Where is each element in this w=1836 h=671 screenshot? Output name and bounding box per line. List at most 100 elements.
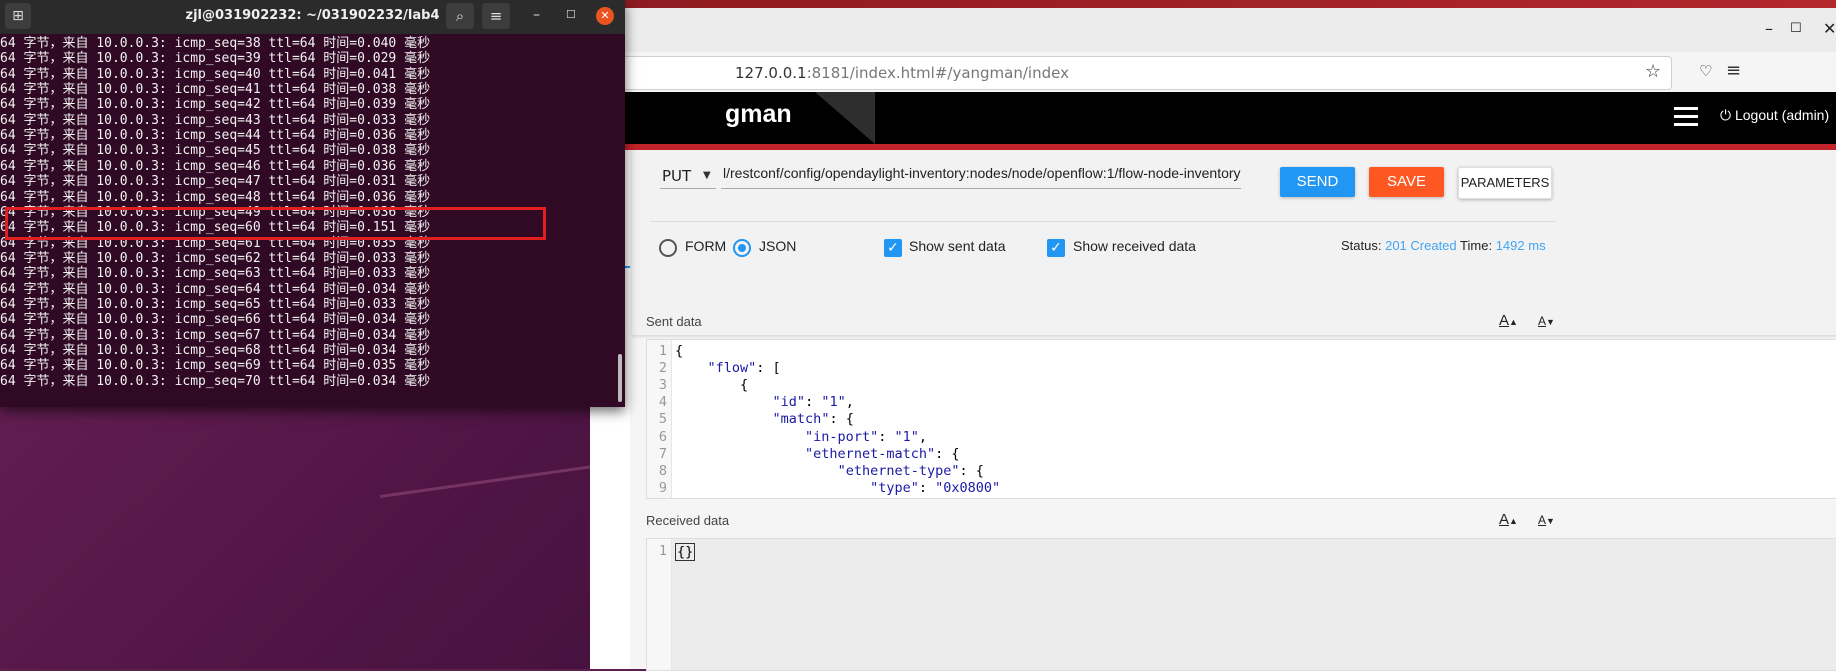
show-sent-checkbox[interactable]: ✓: [884, 239, 902, 257]
terminal-line: 64 字节，来自 10.0.0.3: icmp_seq=68 ttl=64 时间…: [0, 343, 431, 358]
form-radio[interactable]: [659, 239, 677, 257]
terminal-line: 64 字节，来自 10.0.0.3: icmp_seq=43 ttl=64 时间…: [0, 112, 431, 128]
status-label: Status:: [1341, 238, 1382, 253]
sent-data-editor[interactable]: 1 {2 "flow": [ 3 {4 "id": "1", 5 "match": {…: [646, 339, 1836, 499]
terminal-line: 64 字节，来自 10.0.0.3: icmp_seq=48 ttl=64 时间…: [0, 189, 431, 205]
code-line: 1 {}: [647, 543, 1836, 563]
code-text: "match": {: [772, 411, 854, 428]
terminal-line: 64 字节，来自 10.0.0.3: icmp_seq=66 ttl=64 时间…: [0, 312, 431, 328]
line-number: 8: [658, 462, 667, 479]
parameters-button[interactable]: PARAMETERS: [1458, 167, 1552, 199]
terminal-titlebar: ⊞ zjl@031902232: ~/031902232/lab4 ⌕ ≡ – …: [0, 0, 625, 34]
decrease-font-icon[interactable]: A▼: [1538, 314, 1555, 328]
terminal-line: 64 字节，来自 10.0.0.3: icmp_seq=40 ttl=64 时间…: [0, 66, 431, 82]
terminal-line: 64 字节，来自 10.0.0.3: icmp_seq=44 ttl=64 时间…: [0, 128, 431, 144]
increase-font-icon-received[interactable]: A▲: [1499, 511, 1518, 528]
show-sent-label: Show sent data: [909, 238, 1006, 254]
logout-button[interactable]: ⏻ Logout (admin): [1720, 107, 1829, 124]
power-icon: ⏻: [1720, 107, 1735, 123]
received-data-editor[interactable]: 1 {}: [646, 538, 1836, 671]
terminal-line: 64 字节，来自 10.0.0.3: icmp_seq=41 ttl=64 时间…: [0, 82, 431, 98]
line-number: 6: [658, 428, 667, 445]
terminal-title: zjl@031902232: ~/031902232/lab4: [185, 8, 440, 23]
method-select[interactable]: PUT: [662, 167, 722, 185]
sent-data-label: Sent data: [646, 314, 702, 329]
line-number: 1: [658, 543, 667, 559]
chevron-down-icon[interactable]: ▼: [703, 170, 711, 181]
form-radio-label: FORM: [685, 238, 727, 254]
hamburger-menu-icon[interactable]: [1674, 107, 1698, 127]
code-text: "ethernet-type": {: [837, 462, 984, 479]
app-brand: gman: [725, 100, 792, 128]
url-path: :8181/index.html#/yangman/index: [806, 64, 1069, 82]
terminal-line: 64 字节，来自 10.0.0.3: icmp_seq=70 ttl=64 时间…: [0, 373, 431, 389]
terminal-line: 64 字节，来自 10.0.0.3: icmp_seq=47 ttl=64 时间…: [0, 174, 431, 190]
show-received-label: Show received data: [1073, 238, 1196, 254]
maximize-icon[interactable]: ☐: [1790, 21, 1802, 36]
code-text: "id": "1",: [772, 394, 854, 411]
maximize-icon-terminal[interactable]: ☐: [566, 8, 576, 21]
time-label: Time:: [1460, 238, 1493, 253]
url-host: 127.0.0.1: [735, 64, 807, 82]
time-value: 1492 ms: [1495, 238, 1546, 253]
browser-tab-strip: [590, 0, 1836, 8]
save-button[interactable]: SAVE: [1369, 167, 1444, 197]
line-number: 1: [658, 343, 667, 359]
browser-titlebar: – ☐ ✕: [590, 0, 1836, 52]
send-button[interactable]: SEND: [1280, 167, 1355, 197]
status-value: 201 Created: [1385, 238, 1457, 253]
pocket-icon[interactable]: ♡: [1699, 62, 1712, 80]
request-path-input[interactable]: l/restconf/config/opendaylight-inventory…: [723, 165, 1241, 181]
terminal-line: 64 字节，来自 10.0.0.3: icmp_seq=63 ttl=64 时间…: [0, 266, 431, 282]
terminal-line: 64 字节，来自 10.0.0.3: icmp_seq=46 ttl=64 时间…: [0, 158, 431, 174]
url-bar[interactable]: 127.0.0.1:8181/index.html#/yangman/index…: [590, 56, 1672, 90]
received-data-label: Received data: [646, 513, 730, 528]
logout-label: Logout (admin): [1734, 107, 1830, 123]
line-number: 5: [658, 411, 667, 428]
terminal-scrollbar[interactable]: [618, 354, 622, 402]
terminal-line: 64 字节，来自 10.0.0.3: icmp_seq=69 ttl=64 时间…: [0, 358, 431, 374]
line-number: 2: [658, 360, 667, 377]
decrease-font-icon-received[interactable]: A▼: [1538, 513, 1555, 527]
terminal-line: 64 字节，来自 10.0.0.3: icmp_seq=62 ttl=64 时间…: [0, 250, 431, 266]
minimize-icon[interactable]: –: [1765, 19, 1773, 38]
menu-icon[interactable]: ≡: [482, 3, 510, 29]
line-number: 7: [658, 445, 667, 462]
terminal-line: 64 字节，来自 10.0.0.3: icmp_seq=42 ttl=64 时间…: [0, 97, 431, 113]
line-number: 4: [658, 394, 667, 411]
method-underline: [660, 188, 716, 189]
terminal-output[interactable]: 64 字节，来自 10.0.0.3: icmp_seq=38 ttl=64 时间…: [0, 34, 625, 407]
code-line: 9 "type": "0x0800": [647, 479, 1836, 498]
status-readout: Status: 201 Created Time: 1492 ms: [1341, 238, 1546, 253]
code-text: "in-port": "1",: [805, 428, 927, 445]
app-header: gman: [590, 92, 1836, 144]
browser-toolbar: 127.0.0.1:8181/index.html#/yangman/index…: [590, 52, 1836, 93]
show-received-checkbox[interactable]: ✓: [1047, 239, 1065, 257]
increase-font-icon[interactable]: A▲: [1499, 312, 1518, 329]
json-radio[interactable]: [733, 239, 751, 257]
terminal-line: 64 字节，来自 10.0.0.3: icmp_seq=38 ttl=64 时间…: [0, 36, 431, 51]
terminal-line: 64 字节，来自 10.0.0.3: icmp_seq=67 ttl=64 时间…: [0, 327, 431, 343]
line-number: 3: [658, 377, 667, 394]
app-menu-icon[interactable]: ≡: [1726, 60, 1741, 81]
terminal-line: 64 字节，来自 10.0.0.3: icmp_seq=65 ttl=64 时间…: [0, 296, 431, 312]
code-text: "ethernet-match": {: [805, 445, 960, 462]
code-text: {: [675, 377, 749, 394]
search-icon[interactable]: ⌕: [446, 3, 474, 29]
close-icon-terminal[interactable]: ✕: [596, 7, 614, 25]
path-underline: [721, 188, 1241, 189]
terminal-line: 64 字节，来自 10.0.0.3: icmp_seq=45 ttl=64 时间…: [0, 143, 431, 159]
close-icon[interactable]: ✕: [1823, 19, 1836, 38]
minimize-icon-terminal[interactable]: –: [533, 7, 540, 23]
code-text: "flow": [: [707, 360, 781, 377]
bookmark-star-icon[interactable]: ☆: [1645, 61, 1661, 82]
terminal-line: 64 字节，来自 10.0.0.3: icmp_seq=64 ttl=64 时间…: [0, 281, 431, 297]
terminal-window: ⊞ zjl@031902232: ~/031902232/lab4 ⌕ ≡ – …: [0, 0, 625, 407]
terminal-line: 64 字节，来自 10.0.0.3: icmp_seq=39 ttl=64 时间…: [0, 51, 431, 67]
header-slant-shape: [815, 92, 875, 144]
code-text: "type": "0x0800": [870, 479, 1001, 496]
json-radio-label: JSON: [759, 238, 797, 254]
code-text: {}: [675, 543, 696, 561]
line-number: 9: [658, 479, 667, 496]
code-text: {: [675, 343, 684, 359]
